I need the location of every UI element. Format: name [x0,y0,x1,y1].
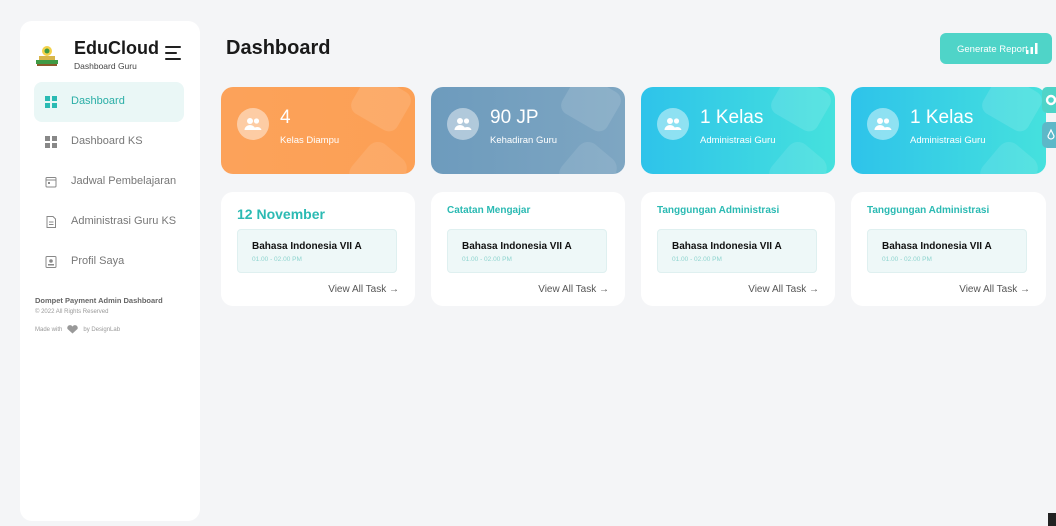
sidebar-item-label: Administrasi Guru KS [71,215,177,227]
footer-copyright: © 2022 All Rights Reserved [35,309,109,315]
heart-icon [67,325,79,334]
task-item[interactable]: Bahasa Indonesia VII A 01.00 - 02.00 PM [237,229,397,273]
stat-label: Kelas Diampu [280,135,340,146]
bar-chart-icon [1026,43,1038,54]
task-item-title: Bahasa Indonesia VII A [672,241,782,252]
sidebar-item-label: Profil Saya [71,255,125,267]
hamburger-menu-icon[interactable] [165,46,181,60]
view-all-task-link[interactable]: View All Task → [328,284,399,295]
made-with-text: Made with [35,326,63,333]
footer-title: Dompet Payment Admin Dashboard [35,296,163,305]
view-all-task-link[interactable]: View All Task → [538,284,609,295]
stat-card-administrasi-guru-2[interactable]: 1 Kelas Administrasi Guru [851,87,1046,174]
brand-subtitle: Dashboard Guru [74,61,137,71]
sidebar-item-label: Dashboard KS [71,135,143,147]
sidebar-item-jadwal[interactable]: Jadwal Pembelajaran [34,162,184,202]
calendar-icon [45,177,57,188]
stat-card-kelas-diampu[interactable]: 4 Kelas Diampu [221,87,415,174]
settings-gear-icon[interactable] [1042,87,1056,113]
task-card-heading: Tanggungan Administrasi [867,205,990,216]
task-card-schedule: 12 November Bahasa Indonesia VII A 01.00… [221,192,415,306]
task-item-time: 01.00 - 02.00 PM [672,256,722,263]
task-item[interactable]: Bahasa Indonesia VII A 01.00 - 02.00 PM [867,229,1027,273]
school-logo-icon [36,46,58,66]
stat-label: Kehadiran Guru [490,135,558,146]
stat-value: 90 JP [490,107,539,128]
task-card-heading: 12 November [237,206,325,222]
task-item[interactable]: Bahasa Indonesia VII A 01.00 - 02.00 PM [657,229,817,273]
generate-report-label: Generate Report [957,44,1028,55]
view-all-task-link[interactable]: View All Task → [748,284,819,295]
task-item-time: 01.00 - 02.00 PM [462,256,512,263]
sidebar-item-label: Jadwal Pembelajaran [71,175,177,187]
footer-credit: Made with by DesignLab [35,325,195,334]
sidebar-item-label: Dashboard [71,95,125,107]
page-title: Dashboard [226,37,331,59]
stat-label: Administrasi Guru [910,135,986,146]
task-card-heading: Tanggungan Administrasi [657,205,780,216]
task-card-catatan-mengajar: Catatan Mengajar Bahasa Indonesia VII A … [431,192,625,306]
task-card-tanggungan-administrasi: Tanggungan Administrasi Bahasa Indonesia… [641,192,835,306]
task-card-heading: Catatan Mengajar [447,205,531,216]
stat-card-kehadiran-guru[interactable]: 90 JP Kehadiran Guru [431,87,625,174]
brand-name: EduCloud [74,38,159,58]
users-icon [237,108,269,140]
sidebar: EduCloud Dashboard Guru Dashboard Dashbo… [20,21,200,521]
stat-label: Administrasi Guru [700,135,776,146]
stat-value: 1 Kelas [910,107,974,128]
grid-icon [45,136,57,148]
document-icon [46,216,56,228]
generate-report-button[interactable]: Generate Report [940,33,1052,64]
stat-value: 1 Kelas [700,107,764,128]
task-item-title: Bahasa Indonesia VII A [252,241,362,252]
theme-drop-icon[interactable] [1042,122,1056,148]
users-icon [657,108,689,140]
task-item[interactable]: Bahasa Indonesia VII A 01.00 - 02.00 PM [447,229,607,273]
profile-icon [45,256,57,268]
task-card-tanggungan-administrasi-2: Tanggungan Administrasi Bahasa Indonesia… [851,192,1046,306]
sidebar-item-administrasi[interactable]: Administrasi Guru KS [34,202,184,242]
sidebar-item-profil[interactable]: Profil Saya [34,242,184,282]
designer-credit: by DesignLab [83,326,121,333]
sidebar-nav: Dashboard Dashboard KS Jadwal Pembelajar… [34,82,184,282]
view-all-task-link[interactable]: View All Task → [959,284,1030,295]
users-icon [447,108,479,140]
task-item-time: 01.00 - 02.00 PM [252,256,302,263]
sidebar-footer: Dompet Payment Admin Dashboard © 2022 Al… [35,296,195,334]
task-item-time: 01.00 - 02.00 PM [882,256,932,263]
users-icon [867,108,899,140]
task-item-title: Bahasa Indonesia VII A [462,241,572,252]
sidebar-item-dashboard[interactable]: Dashboard [34,82,184,122]
sidebar-item-dashboard-ks[interactable]: Dashboard KS [34,122,184,162]
task-item-title: Bahasa Indonesia VII A [882,241,992,252]
stat-value: 4 [280,107,291,128]
grid-icon [45,96,57,108]
corner-block [1048,513,1056,526]
stat-card-administrasi-guru[interactable]: 1 Kelas Administrasi Guru [641,87,835,174]
